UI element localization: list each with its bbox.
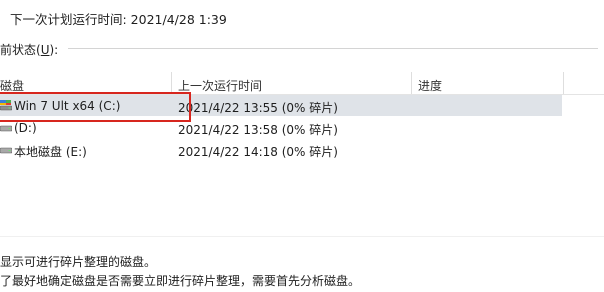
info-note-defrag-disks: 显示可进行碎片整理的磁盘。 xyxy=(0,255,157,269)
next-scheduled-run-text: 下一次计划运行时间: 2021/4/28 1:39 xyxy=(10,12,227,27)
disk-last-run: 2021/4/22 13:55 (0% 碎片) xyxy=(178,101,338,115)
disk-name: 本地磁盘 (E:) xyxy=(14,145,87,159)
drive-icon xyxy=(0,125,12,132)
status-divider xyxy=(68,48,598,49)
status-accesskey: U xyxy=(40,43,50,57)
disk-row-e[interactable]: 本地磁盘 (E:) 2021/4/22 14:18 (0% 碎片) xyxy=(0,139,562,160)
status-label-text: 前状态 xyxy=(0,43,37,57)
column-header-progress[interactable]: 进度 xyxy=(418,77,442,94)
current-status-label: 前状态(U): xyxy=(0,41,58,58)
list-bottom-edge xyxy=(0,236,604,237)
status-label-paren-close: ): xyxy=(49,43,59,57)
column-separator[interactable] xyxy=(171,72,172,94)
column-separator[interactable] xyxy=(563,72,564,94)
drive-icon xyxy=(0,147,12,154)
disk-name: (D:) xyxy=(14,121,37,135)
column-separator[interactable] xyxy=(411,72,412,94)
highlight-annotation-box xyxy=(0,92,191,122)
disk-last-run: 2021/4/22 14:18 (0% 碎片) xyxy=(178,145,338,159)
disk-last-run: 2021/4/22 13:58 (0% 碎片) xyxy=(178,123,338,137)
info-note-analyze-first: 了最好地确定磁盘是否需要立即进行碎片整理，需要首先分析磁盘。 xyxy=(0,274,361,288)
